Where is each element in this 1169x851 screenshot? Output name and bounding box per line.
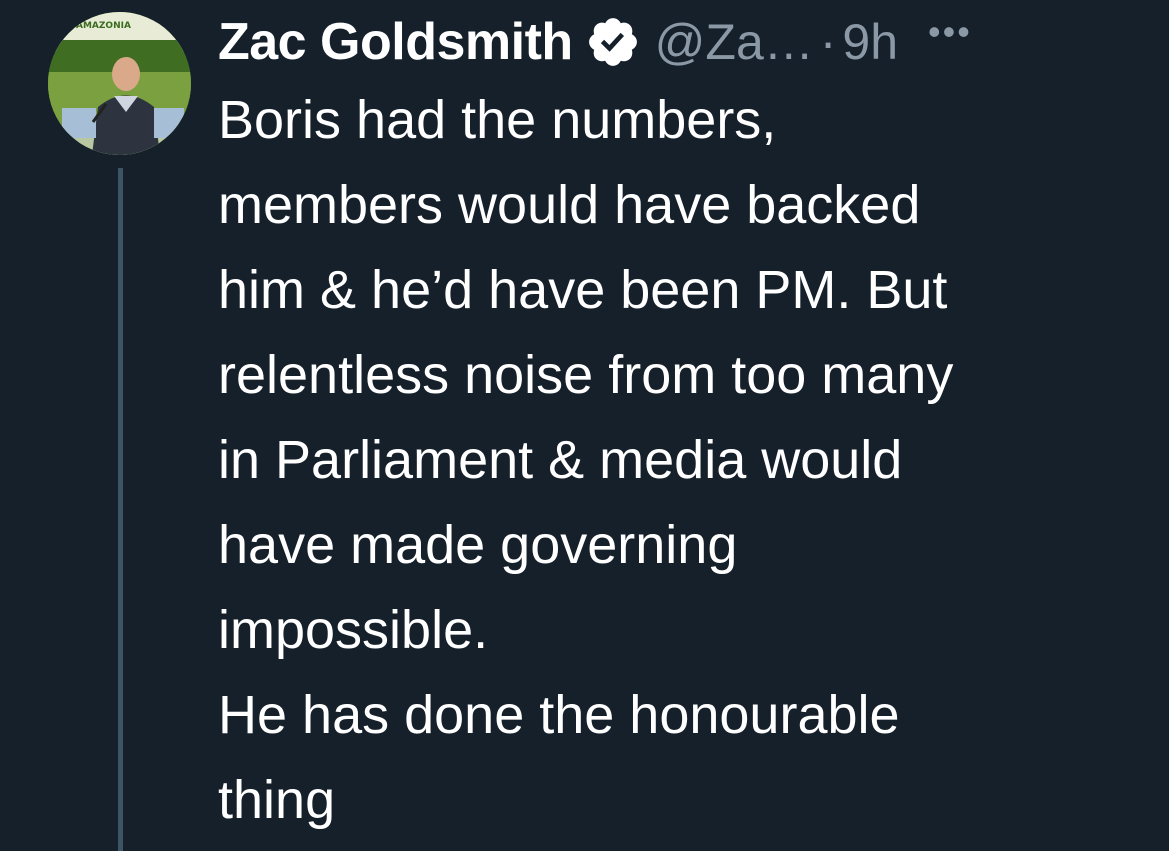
author-handle[interactable]: @Za… [655,13,814,71]
tweet-content: Zac Goldsmith @Za… · 9h ••• Boris had th… [218,0,1138,843]
separator-dot: · [819,14,837,70]
verified-badge-icon [585,14,641,70]
author-name[interactable]: Zac Goldsmith [218,12,573,72]
avatar[interactable]: AMAZONIA [48,12,191,155]
tweet-text: Boris had the numbers, members would hav… [218,90,954,830]
tweet[interactable]: AMAZONIA Zac Goldsmith @Za… · 9h ••• Bor… [0,0,1169,851]
avatar-logo-text: AMAZONIA [76,21,131,31]
thread-line [118,168,123,851]
tweet-header: Zac Goldsmith @Za… · 9h ••• [218,0,1138,84]
avatar-column: AMAZONIA [48,12,192,851]
tweet-timestamp[interactable]: 9h [842,13,898,71]
avatar-image: AMAZONIA [48,12,191,155]
more-options-icon[interactable]: ••• [928,11,972,53]
